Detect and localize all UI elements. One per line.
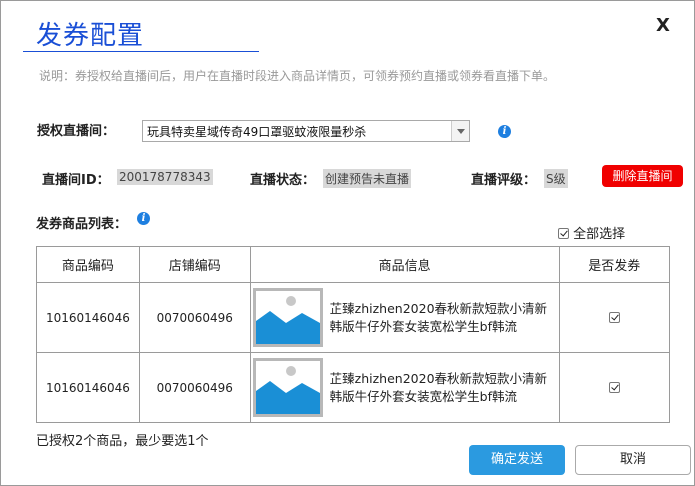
room-select-value: 玩具特卖星域传奇49口罩驱蚊液限量秒杀: [147, 125, 367, 139]
row-checkbox[interactable]: [608, 381, 620, 393]
product-table: 商品编码 店铺编码 商品信息 是否发券 10160146046 00700604…: [36, 246, 671, 423]
delete-room-button[interactable]: 删除直播间: [602, 165, 683, 187]
room-id-value: 200178778343: [117, 169, 213, 185]
table-header-row: 商品编码 店铺编码 商品信息 是否发券: [36, 246, 671, 283]
row-checkbox[interactable]: [608, 311, 620, 323]
confirm-send-button[interactable]: 确定发送: [469, 445, 565, 475]
table-row: 10160146046 0070060496 芷臻zhizhen2020春秋新款…: [36, 282, 671, 353]
status-label: 直播状态：: [250, 173, 316, 188]
title-underline: [23, 51, 259, 52]
chevron-down-icon[interactable]: [451, 121, 469, 141]
coupon-config-dialog: 发券配置 X 说明：券授权给直播间后，用户在直播时段进入商品详情页，可领券预约直…: [0, 0, 695, 486]
status-value: 创建预告未直播: [323, 169, 412, 188]
select-all-checkbox[interactable]: 全部选择: [558, 223, 625, 242]
description-text: 说明：券授权给直播间后，用户在直播时段进入商品详情页，可领券预约直播或领券看直播…: [39, 69, 556, 83]
image-placeholder-icon: [252, 288, 323, 347]
room-id-label: 直播间ID：: [42, 173, 110, 188]
product-name[interactable]: 芷臻zhizhen2020春秋新款短款小清新韩版牛仔外套女装宽松学生bf韩流: [330, 300, 550, 336]
dialog-title: 发券配置: [36, 21, 145, 51]
product-code-cell: 10160146046: [36, 282, 140, 353]
checkbox-checked-icon[interactable]: [558, 228, 569, 239]
product-name[interactable]: 芷臻zhizhen2020春秋新款短款小清新韩版牛仔外套女装宽松学生bf韩流: [330, 370, 550, 406]
table-row: 10160146046 0070060496 芷臻zhizhen2020春秋新款…: [36, 352, 671, 423]
rating-label: 直播评级：: [471, 173, 537, 188]
product-info-cell: 芷臻zhizhen2020春秋新款短款小清新韩版牛仔外套女装宽松学生bf韩流: [249, 352, 560, 423]
header-product-code: 商品编码: [36, 246, 140, 283]
header-issue-coupon: 是否发券: [558, 246, 671, 283]
authorized-count-note: 已授权2个商品，最少要选1个: [36, 434, 209, 449]
product-list-label: 发券商品列表：: [36, 217, 128, 232]
issue-coupon-cell: [558, 352, 671, 423]
image-placeholder-icon: [252, 358, 323, 417]
issue-coupon-cell: [558, 282, 671, 353]
room-select[interactable]: 玩具特卖星域传奇49口罩驱蚊液限量秒杀: [142, 120, 470, 142]
header-shop-code: 店铺编码: [138, 246, 251, 283]
product-info-cell: 芷臻zhizhen2020春秋新款短款小清新韩版牛仔外套女装宽松学生bf韩流: [249, 282, 560, 353]
rating-value: S级: [544, 169, 568, 188]
room-label: 授权直播间：: [37, 124, 116, 139]
header-product-info: 商品信息: [249, 246, 560, 283]
info-icon[interactable]: i: [498, 125, 511, 138]
shop-code-cell: 0070060496: [138, 352, 251, 423]
shop-code-cell: 0070060496: [138, 282, 251, 353]
product-code-cell: 10160146046: [36, 352, 140, 423]
cancel-button[interactable]: 取消: [575, 445, 691, 475]
close-icon[interactable]: X: [653, 15, 673, 39]
info-icon[interactable]: i: [137, 212, 150, 225]
select-all-label: 全部选择: [573, 227, 626, 242]
